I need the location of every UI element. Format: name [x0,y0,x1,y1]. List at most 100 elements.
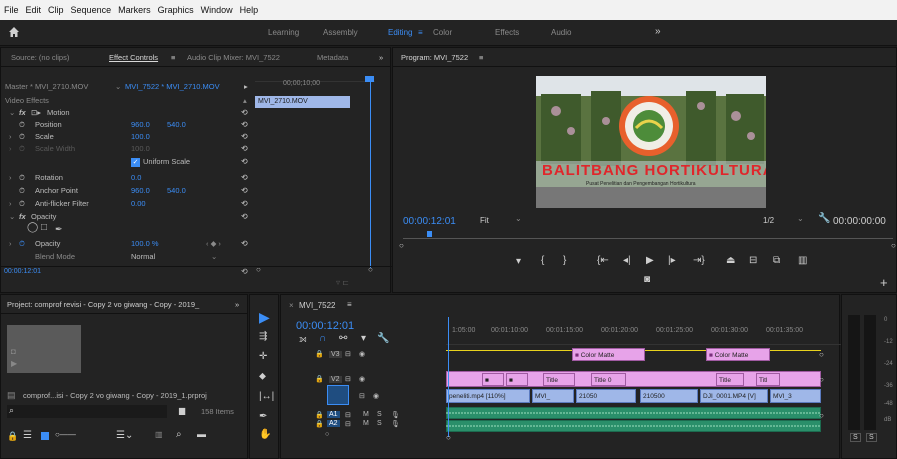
automate-bin-icon[interactable]: ▥ [155,430,163,439]
solo-button[interactable]: S [377,411,382,418]
project-file-name[interactable]: comprof...isi - Copy 2 vo giwang - Copy … [23,391,207,400]
eye-icon[interactable]: ◉ [373,392,379,400]
zoom-handle-icon[interactable]: ○ [325,431,329,438]
chevron-down-icon[interactable]: ⌄ [797,214,804,223]
project-thumbnail[interactable]: ◘ ▶ [7,325,81,373]
solo-left-button[interactable]: S [850,433,861,442]
menu-clip[interactable]: Clip [48,5,64,15]
solo-right-button[interactable]: S [866,433,877,442]
panel-overflow-icon[interactable]: » [379,53,383,62]
playhead-handle[interactable] [365,76,374,82]
list-view-icon[interactable]: ☰ [23,430,32,441]
eye-icon[interactable]: ◉ [359,350,365,358]
nest-toggle-icon[interactable]: ⟕ [299,334,307,345]
program-video-frame[interactable]: BALITBANG HORTIKULTURA Pusat Penelitian … [536,76,766,208]
expand-chevron-icon[interactable]: › [9,239,12,248]
expand-chevron-icon[interactable]: › [9,173,12,182]
collapse-chevron-icon[interactable]: ⌄ [9,108,15,117]
lock-icon[interactable]: 🔒 [315,411,324,419]
mute-button[interactable]: M [363,411,369,418]
reset-icon[interactable]: ⟲ [241,173,248,182]
fx-badge-icon[interactable]: fx [19,212,26,221]
close-icon[interactable]: × [289,301,294,310]
chevron-down-icon[interactable]: ⌄ [115,82,121,91]
zoom-handle-icon[interactable]: ○ [399,241,404,250]
go-to-out-icon[interactable]: ⇥} [693,255,705,266]
menu-markers[interactable]: Markers [118,5,151,15]
motion-transform-icon[interactable]: ⊡▸ [31,108,41,117]
clip-fx-block[interactable]: ■ [482,373,504,386]
microphone-icon[interactable]: 🎙 [391,411,400,419]
keyframe-nav-icon[interactable]: ‹ ◆ › [206,239,221,248]
new-bin-icon[interactable]: ▆ [179,406,185,415]
panel-overflow-icon[interactable]: » [235,300,239,309]
blend-mode-value[interactable]: Normal [131,252,155,261]
reset-icon[interactable]: ⟲ [241,186,248,195]
workspace-learning[interactable]: Learning [268,28,299,37]
eye-icon[interactable]: ◉ [359,375,365,383]
zoom-handle-icon[interactable]: ○ [368,265,373,274]
tab-menu-icon[interactable]: ≡ [347,300,352,309]
sequence-tab[interactable]: MVI_7522 [299,301,335,310]
tab-audio-clip-mixer[interactable]: Audio Clip Mixer: MVI_7522 [187,53,280,62]
track-a2-label[interactable]: A2 [327,420,340,427]
extract-icon[interactable]: ⊟ [749,255,757,266]
stopwatch-icon[interactable]: ⏱ [19,120,25,130]
reset-icon[interactable]: ⟲ [241,157,248,166]
workspace-menu-icon[interactable]: ≡ [418,28,423,37]
step-forward-icon[interactable]: |▸ [668,255,676,266]
reset-icon[interactable]: ⟲ [241,267,248,276]
effect-clip-bar[interactable]: MVI_2710.MOV [255,96,350,108]
workspace-assembly[interactable]: Assembly [323,28,358,37]
sort-icon[interactable]: ☰⌄ [116,430,133,441]
linked-selection-icon[interactable]: ⚯ [339,333,347,344]
play-triangle-icon[interactable]: ▸ [244,82,248,91]
home-icon[interactable] [8,26,20,38]
add-button[interactable]: + [880,275,888,290]
tab-menu-icon[interactable]: ≡ [479,53,483,62]
reset-icon[interactable]: ⟲ [241,108,248,117]
tab-source[interactable]: Source: (no clips) [11,53,69,62]
stopwatch-active-icon[interactable]: ⏱ [19,239,25,249]
track-v2-label[interactable]: V2 [329,376,342,383]
reset-icon[interactable]: ⟲ [241,239,248,248]
stopwatch-icon[interactable]: ⏱ [19,132,25,142]
stopwatch-icon[interactable]: ⏱ [19,173,25,183]
timeline-playhead[interactable] [448,317,449,437]
reset-icon[interactable]: ⟲ [241,144,248,153]
slip-tool-icon[interactable]: |↔| [259,391,274,402]
lock-icon[interactable]: 🔒 [315,375,324,383]
pen-mask-icon[interactable]: ✒ [55,224,63,235]
razor-icon[interactable]: ⬥ [259,371,266,382]
snap-icon[interactable]: ∩ [319,333,326,344]
sync-lock-icon[interactable]: ⊟ [345,375,351,383]
find-icon[interactable]: ⌕ [176,429,182,440]
resolution-dropdown[interactable]: 1/2 [763,216,774,225]
stopwatch-icon[interactable]: ⏱ [19,186,25,196]
sync-lock-icon[interactable]: ⊟ [345,350,351,358]
pen-tool-icon[interactable]: ✒ [259,411,267,422]
wrench-icon[interactable]: 🔧 [377,333,389,344]
rotation-value[interactable]: 0.0 [131,173,141,182]
reset-icon[interactable]: ⟲ [241,120,248,129]
filter-icon[interactable]: ▿ ⊏ [336,278,349,287]
selection-tool-icon[interactable]: ▶ [259,309,270,326]
track-v3-label[interactable]: V3 [329,351,342,358]
collapse-chevron-icon[interactable]: ⌄ [9,212,15,221]
folder-icon[interactable]: ▬ [197,429,206,439]
workspace-color[interactable]: Color [433,28,452,37]
sync-lock-icon[interactable]: ⊟ [345,420,351,428]
clip-title-4[interactable]: Titl [756,373,780,386]
go-to-in-icon[interactable]: {⇤ [597,255,609,266]
menu-help[interactable]: Help [240,5,259,15]
play-triangle-icon[interactable]: ▶ [11,359,17,368]
anchor-y-value[interactable]: 540.0 [167,186,186,195]
clip-color-matte-1[interactable]: ■ Color Matte [572,348,645,361]
camera-icon[interactable]: ◙ [644,274,650,285]
scroll-up-icon[interactable]: ▴ [243,96,247,105]
chevron-down-icon[interactable]: ⌄ [211,252,217,261]
wrench-icon[interactable]: 🔧 [818,213,830,224]
opacity-value[interactable]: 100.0 % [131,239,159,248]
reset-icon[interactable]: ⟲ [241,212,248,221]
uniform-scale-checkbox[interactable]: ✓ [131,158,140,167]
